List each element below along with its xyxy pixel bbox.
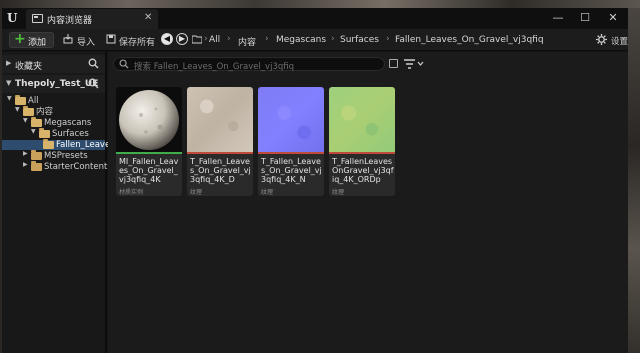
folder-open-icon	[15, 95, 26, 105]
history-forward-icon[interactable]: ▶	[176, 33, 188, 45]
filter-icon[interactable]	[404, 59, 424, 69]
breadcrumb-megascans[interactable]: Megascans	[276, 35, 326, 45]
expand-arrow-icon: ▶	[23, 161, 28, 168]
tree-item-label: All	[28, 96, 39, 106]
content-browser-window: U 内容浏览器 ✕ — ☐ ✕ + 添加 导入 保存所有 ◀ ▶ › All ›…	[2, 8, 628, 353]
tree-item-mspresets[interactable]: ▶ MSPresets	[2, 150, 105, 161]
breadcrumb-all[interactable]: All	[209, 35, 220, 45]
import-icon[interactable]	[63, 34, 73, 44]
project-label: Thepoly_Test_UE	[15, 79, 99, 89]
search-icon[interactable]	[88, 78, 99, 89]
background-right	[628, 8, 640, 353]
tree-item-label: 内容	[36, 107, 54, 117]
asset-type-color-bar	[329, 152, 395, 154]
collapse-arrow-icon: ▼	[31, 128, 36, 135]
favorites-label: 收藏夹	[15, 62, 43, 72]
import-button[interactable]: 导入	[77, 35, 95, 48]
tree-item-label: MSPresets	[44, 151, 88, 161]
asset-tile-texture-ordp[interactable]: T_FallenLeavesOnGravel_vj3qfiq_4K_ORDp 纹…	[329, 87, 395, 196]
expand-arrow-icon: ▶	[23, 150, 28, 157]
asset-tile-texture-n[interactable]: T_Fallen_Leaves_On_Gravel_vj3qfiq_4K_N 纹…	[258, 87, 324, 196]
search-icon	[119, 59, 129, 69]
asset-type-color-bar	[116, 152, 182, 154]
unreal-logo-icon: U	[7, 11, 18, 25]
maximize-button[interactable]: ☐	[577, 11, 593, 25]
folder-open-icon	[39, 128, 50, 138]
history-back-icon[interactable]: ◀	[161, 33, 173, 45]
asset-type: 纹理	[332, 189, 345, 196]
title-bar: U 内容浏览器 ✕ — ☐ ✕	[2, 8, 628, 29]
folder-open-icon	[31, 117, 42, 127]
gear-icon[interactable]	[596, 34, 607, 45]
close-window-button[interactable]: ✕	[605, 11, 621, 25]
collapse-arrow-icon: ▼	[6, 79, 12, 87]
sources-panel: ▶ 收藏夹 ▼ Thepoly_Test_UE ▼ All ▼ 内容 ▼ Meg…	[2, 52, 119, 353]
collapse-arrow-icon: ▼	[23, 117, 28, 124]
tree-item-megascans[interactable]: ▼ Megascans	[2, 117, 105, 128]
tab-close-icon[interactable]: ✕	[144, 12, 152, 23]
folder-icon	[31, 161, 42, 171]
tree-item-startercontent[interactable]: ▶ StarterContent	[2, 161, 108, 172]
breadcrumb-separator-icon: ›	[331, 34, 335, 44]
normal-map-thumbnail	[258, 87, 324, 152]
asset-name: T_Fallen_Leaves_On_Gravel_vj3qfiq_4K_D	[190, 157, 251, 184]
asset-name: MI_Fallen_Leaves_On_Gravel_vj3qfiq_4K	[119, 157, 179, 184]
breadcrumb-content[interactable]: 内容	[238, 35, 256, 48]
minimize-button[interactable]: —	[550, 11, 566, 25]
albedo-texture-thumbnail	[187, 87, 253, 152]
asset-type: 纹理	[190, 189, 203, 196]
tree-item-label: Surfaces	[52, 129, 89, 139]
settings-button[interactable]: 设置	[611, 35, 628, 47]
asset-view: 搜索 Fallen_Leaves_On_Gravel_vj3qfiq MI_Fa…	[108, 52, 628, 353]
collapse-arrow-icon: ▼	[15, 106, 20, 113]
asset-type: 纹理	[261, 189, 274, 196]
collapse-arrow-icon: ▼	[7, 95, 12, 102]
search-placeholder: 搜索 Fallen_Leaves_On_Gravel_vj3qfiq	[134, 62, 295, 72]
breadcrumb-surfaces[interactable]: Surfaces	[340, 35, 379, 45]
breadcrumb-separator-icon: ›	[265, 34, 269, 44]
folder-open-icon	[43, 139, 54, 149]
folder-open-icon	[23, 106, 34, 116]
asset-type-color-bar	[258, 152, 324, 154]
asset-search-input[interactable]: 搜索 Fallen_Leaves_On_Gravel_vj3qfiq	[113, 57, 385, 72]
add-button[interactable]: + 添加	[9, 31, 54, 48]
asset-name: T_Fallen_Leaves_On_Gravel_vj3qfiq_4K_N	[261, 157, 322, 184]
add-label: 添加	[28, 38, 47, 48]
asset-type-color-bar	[187, 152, 253, 154]
background-top	[0, 0, 640, 8]
tab-title: 内容浏览器	[47, 16, 93, 26]
folder-icon[interactable]	[192, 34, 202, 44]
favorites-header[interactable]: ▶ 收藏夹	[2, 55, 105, 73]
save-search-icon[interactable]	[389, 59, 398, 68]
expand-arrow-icon: ▶	[6, 59, 12, 67]
project-header[interactable]: ▼ Thepoly_Test_UE	[2, 75, 105, 93]
asset-name: T_FallenLeavesOnGravel_vj3qfiq_4K_ORDp	[332, 157, 394, 184]
asset-tile-material-instance[interactable]: MI_Fallen_Leaves_On_Gravel_vj3qfiq_4K 材质…	[116, 87, 182, 196]
breadcrumb-separator-icon: ›	[386, 34, 390, 44]
tree-item-fallen-leaves[interactable]: Fallen_Leaves_	[2, 139, 119, 150]
save-all-button[interactable]: 保存所有	[119, 35, 155, 48]
tab-content-browser[interactable]: 内容浏览器 ✕	[26, 9, 158, 29]
tree-item-surfaces[interactable]: ▼ Surfaces	[2, 128, 105, 139]
tree-item-label: Megascans	[44, 118, 92, 128]
plus-icon: +	[14, 31, 26, 47]
tree-item-all[interactable]: ▼ All	[2, 95, 105, 106]
ordp-texture-thumbnail	[329, 87, 395, 152]
tree-item-label: StarterContent	[44, 162, 108, 172]
save-all-icon[interactable]	[106, 34, 116, 44]
material-sphere-thumbnail	[116, 87, 182, 152]
search-icon[interactable]	[88, 58, 99, 69]
breadcrumb-separator-icon: ›	[204, 34, 208, 44]
toolbar: + 添加 导入 保存所有 ◀ ▶ › All › 内容 › Megascans …	[2, 29, 628, 51]
asset-tile-texture-d[interactable]: T_Fallen_Leaves_On_Gravel_vj3qfiq_4K_D 纹…	[187, 87, 253, 196]
folder-icon	[31, 150, 42, 160]
content-browser-icon	[32, 14, 43, 23]
tree-item-content[interactable]: ▼ 内容	[2, 106, 105, 117]
breadcrumb-separator-icon: ›	[227, 34, 231, 44]
breadcrumb-current-folder[interactable]: Fallen_Leaves_On_Gravel_vj3qfiq	[395, 35, 544, 45]
asset-type: 材质实例	[119, 189, 144, 196]
